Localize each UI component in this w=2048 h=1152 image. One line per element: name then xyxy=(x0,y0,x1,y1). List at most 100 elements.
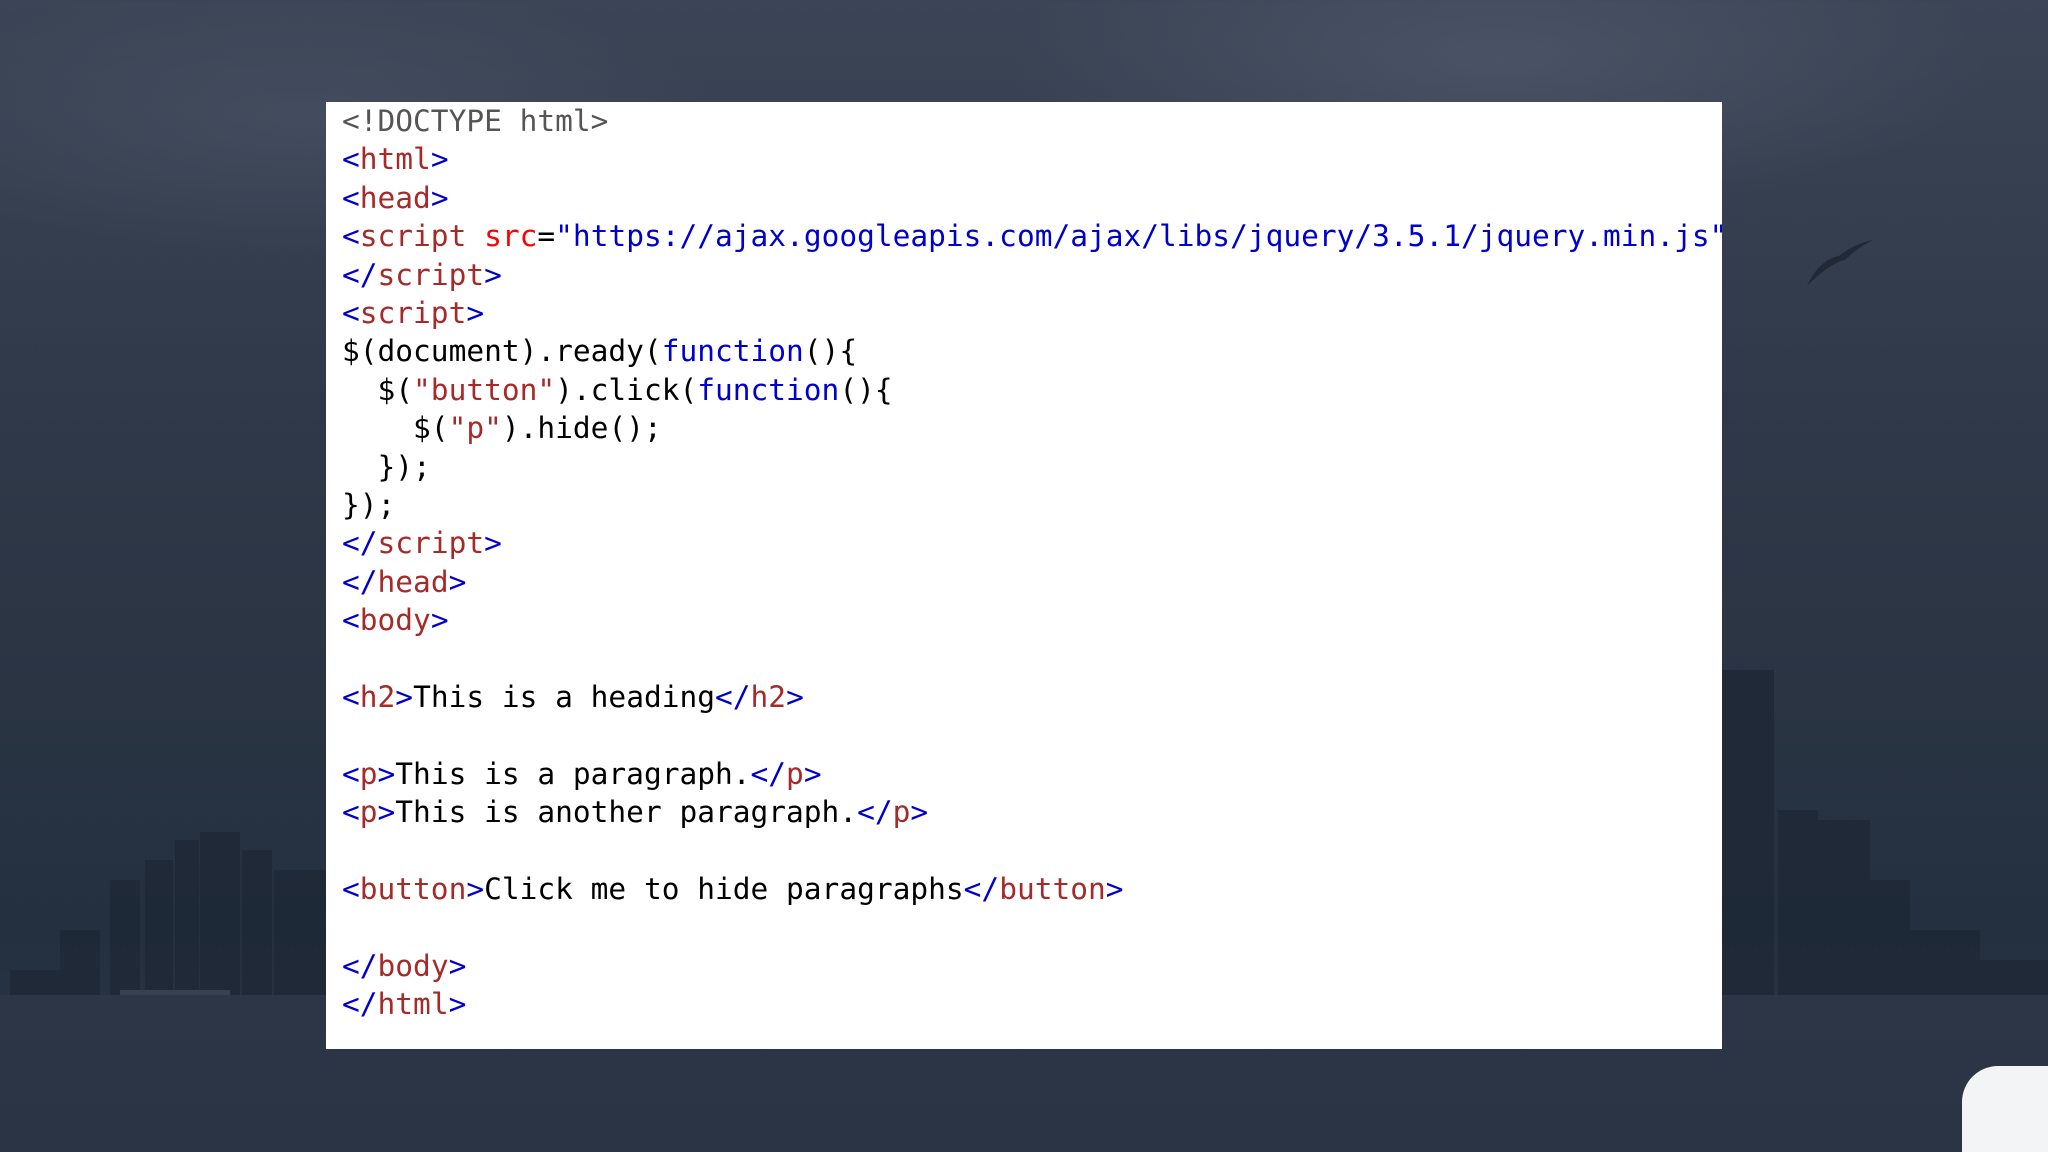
doctype-token: <!DOCTYPE html> xyxy=(342,104,609,138)
code-token: ).hide(); xyxy=(501,411,662,446)
bracket-token: > xyxy=(1105,871,1124,906)
tag-token: head xyxy=(359,180,431,215)
text-token: This is another paragraph. xyxy=(395,795,858,830)
code-line-head-close: </head> xyxy=(342,563,1722,601)
code-token: $(document).ready( xyxy=(342,334,662,369)
text-token: This is a heading xyxy=(413,679,715,714)
code-snippet-panel: <!DOCTYPE html> <html> <head> <script src="… xyxy=(326,102,1722,1049)
bracket-token: > xyxy=(466,295,485,330)
code-line-hide: $("p").hide(); xyxy=(342,409,1722,447)
code-line-body-close: </body> xyxy=(342,947,1722,985)
tag-token: script xyxy=(377,526,485,561)
code-line-outer-close: }); xyxy=(342,486,1722,524)
tag-token: html xyxy=(359,142,431,177)
code-line-doctype: <!DOCTYPE html> xyxy=(342,102,1722,140)
tag-token: html xyxy=(377,986,449,1021)
bracket-token: </ xyxy=(342,526,378,561)
bracket-token: > xyxy=(786,679,804,714)
bracket-token: > xyxy=(448,948,467,983)
code-token: }); xyxy=(342,487,396,522)
bracket-token: < xyxy=(342,603,360,638)
attribute-token: src xyxy=(484,219,538,254)
tag-token: script xyxy=(359,295,467,330)
bracket-token: </ xyxy=(342,948,378,983)
url-token: "https://ajax.googleapis.com/ajax/libs/j… xyxy=(555,219,1722,254)
bracket-token: > xyxy=(484,526,502,561)
corner-card xyxy=(1962,1066,2048,1152)
code-line-document-ready: $(document).ready(function(){ xyxy=(342,332,1722,370)
tag-token: button xyxy=(359,871,467,906)
code-line-button-click: $("button").click(function(){ xyxy=(342,371,1722,409)
bracket-token: </ xyxy=(857,795,893,830)
bracket-token: > xyxy=(910,795,929,830)
bracket-token: </ xyxy=(342,986,378,1021)
bracket-token: < xyxy=(342,219,360,254)
bracket-token: > xyxy=(803,756,822,791)
code-line-button: <button>Click me to hide paragraphs</but… xyxy=(342,870,1722,908)
skyline-left xyxy=(10,832,330,1020)
string-token: "button" xyxy=(413,372,556,407)
bracket-token: </ xyxy=(715,679,751,714)
code-token: $( xyxy=(342,411,449,446)
code-line-html-close: </html> xyxy=(342,985,1722,1023)
tag-token: button xyxy=(999,871,1106,906)
code-line-p2: <p>This is another paragraph.</p> xyxy=(342,793,1722,831)
bracket-token: > xyxy=(377,756,396,791)
bracket-token: </ xyxy=(342,257,378,292)
tag-token: h2 xyxy=(359,679,396,714)
string-token: "p" xyxy=(448,411,502,446)
bracket-token: > xyxy=(448,986,467,1021)
code-token: }); xyxy=(342,449,431,484)
bracket-token: </ xyxy=(750,756,787,791)
code-token: (){ xyxy=(839,372,893,407)
code-token: ).click( xyxy=(555,372,698,407)
bracket-token: > xyxy=(377,795,396,830)
code-line-html-open: <html> xyxy=(342,140,1722,178)
text-token: Click me to hide paragraphs xyxy=(484,871,964,906)
code-line-script-close-2: </script> xyxy=(342,524,1722,562)
code-line-script-close: </script> xyxy=(342,256,1722,294)
bracket-token: < xyxy=(342,180,360,215)
code-line-script-open: <script> xyxy=(342,294,1722,332)
bracket-token: > xyxy=(448,564,467,599)
bracket-token: < xyxy=(342,142,360,177)
keyword-token: function xyxy=(697,372,840,407)
bracket-token: > xyxy=(395,679,414,714)
code-block: <!DOCTYPE html> <html> <head> <script src="… xyxy=(342,102,1722,1023)
tag-token: p xyxy=(359,756,378,791)
keyword-token: function xyxy=(661,334,804,369)
tag-token: h2 xyxy=(750,679,787,714)
bracket-token: < xyxy=(342,756,360,791)
skyline-right xyxy=(1718,670,2048,1020)
tag-token: script xyxy=(359,219,467,254)
equals-token: = xyxy=(537,219,556,254)
code-token: $( xyxy=(342,372,414,407)
bracket-token: > xyxy=(466,871,485,906)
tag-token: body xyxy=(359,603,431,638)
tag-token: body xyxy=(377,948,449,983)
bird-silhouette xyxy=(1807,240,1873,286)
bracket-token: </ xyxy=(963,871,1000,906)
bracket-token: < xyxy=(342,871,360,906)
code-line-p1: <p>This is a paragraph.</p> xyxy=(342,755,1722,793)
bracket-token: </ xyxy=(342,564,378,599)
tag-token: p xyxy=(359,795,378,830)
code-token: (){ xyxy=(803,334,858,369)
bracket-token: > xyxy=(430,180,449,215)
text-token: This is a paragraph. xyxy=(395,756,751,791)
bracket-token: < xyxy=(342,679,360,714)
code-line-script-src: <script src="https://ajax.googleapis.com… xyxy=(342,217,1722,255)
code-line-head-open: <head> xyxy=(342,179,1722,217)
bracket-token: > xyxy=(484,257,502,292)
bracket-token: > xyxy=(430,142,449,177)
code-line-h2: <h2>This is a heading</h2> xyxy=(342,678,1722,716)
bracket-token: < xyxy=(342,795,360,830)
bracket-token: < xyxy=(342,295,360,330)
code-line-inner-close: }); xyxy=(342,448,1722,486)
code-line-body-open: <body> xyxy=(342,601,1722,639)
tag-token: script xyxy=(377,257,485,292)
